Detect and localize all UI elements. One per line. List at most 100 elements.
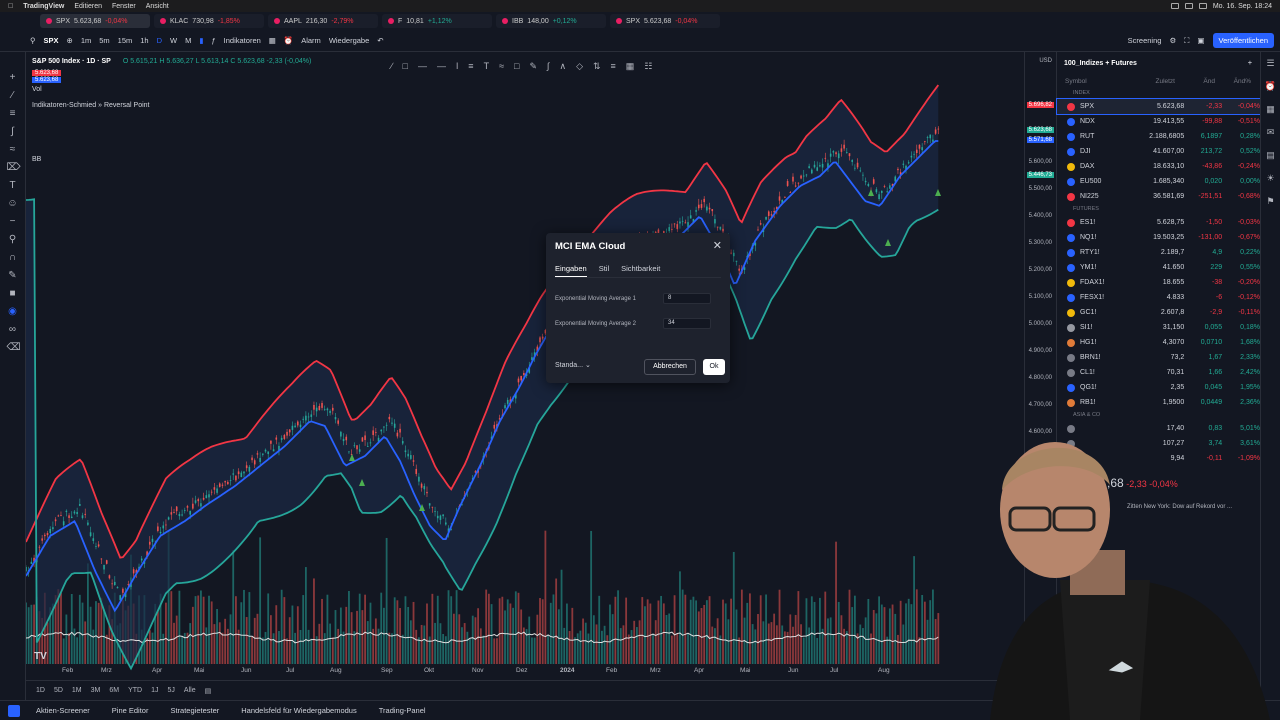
menu-item-window[interactable]: Fenster [112,3,136,10]
tab-4[interactable]: IBB 148,00 +0,12% [496,14,606,28]
magnet-icon[interactable]: ∩ [7,252,19,264]
bottom-tab-3[interactable]: Handelsfeld für Wiedergabemodus [241,706,356,715]
chat-icon[interactable]: ✉ [1267,127,1275,138]
watchlist-row[interactable]: NQ1! 19.503,25 -131,00 -0,67% [1057,230,1260,245]
range-1j[interactable]: 1J [151,687,158,694]
timeframe-1m[interactable]: 1m [81,36,91,45]
control-center-icon[interactable] [1198,3,1207,9]
pattern-icon[interactable]: ∫ [7,126,19,138]
ok-button[interactable]: Ok [703,359,725,375]
candles-icon[interactable]: ▮ [199,36,203,45]
range-1d[interactable]: 1D [36,687,45,694]
replay-button[interactable]: Wiedergabe [329,36,369,45]
tab-style[interactable]: Stil [599,264,609,278]
range-1m[interactable]: 1M [72,687,82,694]
text-icon[interactable]: T [7,180,19,192]
channel-tool-icon[interactable]: ≈ [499,61,504,71]
projection-icon[interactable]: ≈ [7,144,19,156]
tab-5[interactable]: SPX 5.623,68 -0,04% [610,14,720,28]
legend-reversal[interactable]: Indikatoren-Schmied » Reversal Point [32,100,311,112]
camera-icon[interactable]: ▣ [1197,36,1204,45]
publish-button[interactable]: Veröffentlichen [1212,33,1274,48]
cursor-icon[interactable]: + [7,72,19,84]
currency-label[interactable]: USD [1039,58,1052,64]
hline-tool-icon[interactable]: — [418,61,427,71]
menu-item-edit[interactable]: Editieren [74,3,102,10]
lock-icon[interactable]: ■ [7,288,19,300]
timeframe-d[interactable]: D [157,36,162,45]
watchlist-row[interactable]: NDX 19.413,55 -99,88 -0,51% [1057,114,1260,129]
tab-visibility[interactable]: Sichtbarkeit [621,264,660,278]
cancel-button[interactable]: Abbrechen [644,359,696,375]
timeframe-5m[interactable]: 5m [99,36,109,45]
range-5d[interactable]: 5D [54,687,63,694]
link-icon[interactable]: ∞ [7,324,19,336]
tab-3[interactable]: F 10,81 +1,12% [382,14,492,28]
watchlist-row[interactable]: CL1! 70,31 1,66 2,42% [1057,365,1260,380]
wifi-icon[interactable] [1184,3,1193,9]
watchlist-row[interactable]: DAX 18.633,10 -43,86 -0,24% [1057,159,1260,174]
legend-bb[interactable]: BB [32,154,311,166]
bottom-tab-4[interactable]: Trading-Panel [379,706,426,715]
watchlist-section[interactable]: ASIA & CO [1057,410,1260,421]
watchlist-row[interactable]: RTY1! 2.189,7 4,9 0,22% [1057,245,1260,260]
undo-icon[interactable]: ↶ [377,36,383,45]
ideas-icon[interactable]: ☀ [1266,173,1274,184]
ema2-input[interactable]: 34 [663,318,711,329]
eye-icon[interactable]: ◉ [7,306,19,318]
watchlist-row[interactable]: HG1! 4,3070 0,0710 1,68% [1057,335,1260,350]
bottom-tab-0[interactable]: Aktien-Screener [36,706,90,715]
trash-icon[interactable]: ⌫ [7,342,21,354]
position-tool-icon[interactable]: ⇅ [593,61,601,72]
legend-vol[interactable]: Vol [32,84,311,96]
menu-app-name[interactable]: TradingView [23,3,64,10]
defaults-dropdown[interactable]: Standa... ⌄ [555,361,591,369]
brush-tool-icon[interactable]: ✎ [529,61,537,72]
extra-tool-icon[interactable]: ☷ [644,61,652,72]
watchlist-row[interactable]: SPX 5.623,68 -2,33 -0,04% [1056,98,1261,115]
battery-icon[interactable] [1170,3,1179,9]
tab-2[interactable]: AAPL 216,30 -2,79% [268,14,378,28]
watchlist-section[interactable]: FUTURES [1057,204,1260,215]
watchlist-row[interactable]: GC1! 2.607,8 -2,9 -0,11% [1057,305,1260,320]
calendar-icon[interactable]: ▤ [1266,150,1275,161]
pattern-tool-icon[interactable]: ∧ [559,61,566,72]
price-chart[interactable]: TV S&P 500 Index · 1D · SP O 5.615,21 H … [26,52,1050,680]
shape-tool-icon[interactable]: ◇ [576,61,583,72]
col-change[interactable]: Änd [1175,78,1215,85]
alarm-button[interactable]: Alarm [301,36,321,45]
trendline-icon[interactable]: ∕ [7,90,19,102]
gann-tool-icon[interactable]: ▦ [626,61,635,72]
alarm-icon[interactable]: ⏰ [284,36,293,45]
time-axis[interactable]: Feb Mrz Apr Mai Jun Jul Aug Sep Okt Nov Dez 2024 Feb… [26,664,1050,680]
text-tool-icon[interactable]: T [484,61,490,71]
watchlist-row[interactable]: EU500 1.685,340 0,020 0,00% [1057,174,1260,189]
col-change-pct[interactable]: Änd% [1215,78,1251,85]
fib-tool-icon[interactable]: ≡ [468,61,473,71]
rect-tool-icon[interactable]: □ [403,61,408,71]
watchlist-row[interactable]: QG1! 2,35 0,045 1,95% [1057,380,1260,395]
apple-icon[interactable]:  [8,3,13,10]
watchlist-row[interactable]: RB1! 1,9500 0,0449 2,36% [1057,395,1260,410]
layouts-icon[interactable]: ▦ [269,36,276,45]
watchlist-row[interactable]: ES1! 5.628,75 -1,50 -0,03% [1057,215,1260,230]
screening-button[interactable]: Screening [1128,36,1162,45]
bottom-tab-1[interactable]: Pine Editor [112,706,149,715]
alerts-icon[interactable]: ⏰ [1265,81,1276,92]
zoom-icon[interactable]: ⚲ [7,234,19,246]
watchlist-row[interactable]: SI1! 31,150 0,055 0,18% [1057,320,1260,335]
range-3m[interactable]: 3M [91,687,101,694]
layers-icon[interactable]: ▦ [1266,104,1275,115]
settings-icon[interactable]: ⚙ [1169,36,1176,45]
brush-icon[interactable]: ⌦ [7,162,21,174]
bottom-logo-icon[interactable] [8,705,20,717]
emoji-icon[interactable]: ☺ [7,198,19,210]
timeframe-m[interactable]: M [185,36,191,45]
watchlist-row[interactable]: YM1! 41.650 229 0,55% [1057,260,1260,275]
range-ytd[interactable]: YTD [128,687,142,694]
notifications-icon[interactable]: ⚑ [1266,196,1274,207]
watchlist-row[interactable]: BRN1! 73,2 1,67 2,33% [1057,350,1260,365]
col-symbol[interactable]: Symbol [1057,78,1127,85]
watchlist-icon[interactable]: ☰ [1266,58,1274,69]
path-tool-icon[interactable]: ∫ [547,61,549,71]
